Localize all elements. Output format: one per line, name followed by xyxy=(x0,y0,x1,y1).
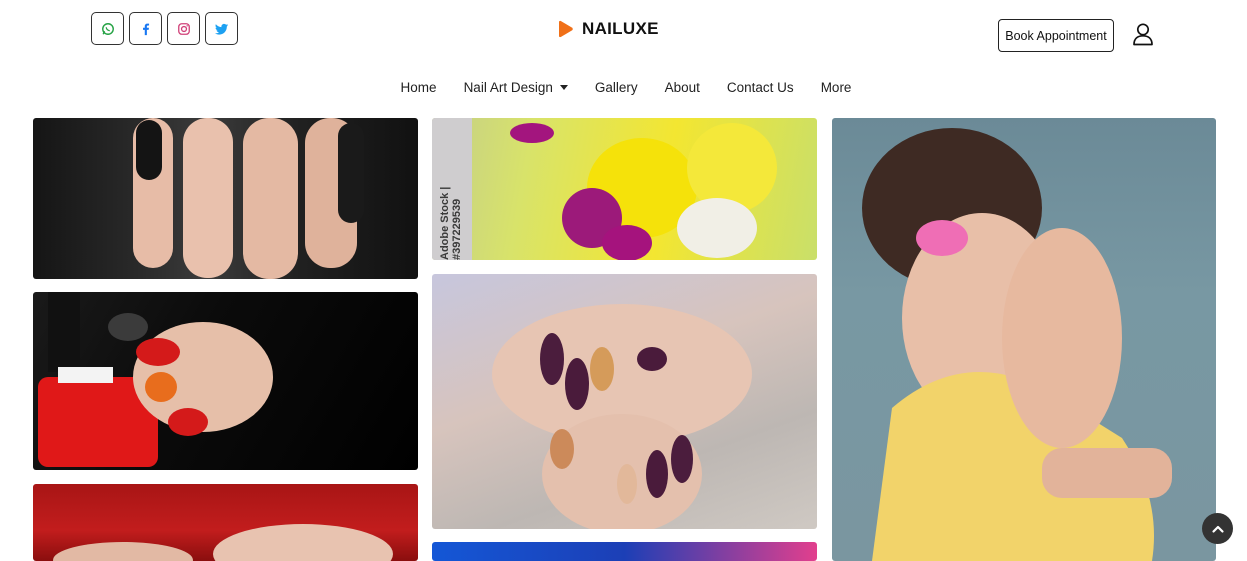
brand-logo-icon xyxy=(559,20,573,38)
twitter-icon xyxy=(214,23,228,35)
main-nav: Home Nail Art Design Gallery About Conta… xyxy=(0,80,1247,95)
gallery-image-black-nails[interactable] xyxy=(33,118,418,279)
gallery-image-blue-pink[interactable] xyxy=(432,542,817,561)
polish-illustration xyxy=(38,292,273,467)
user-icon[interactable] xyxy=(1132,22,1154,46)
whatsapp-icon xyxy=(101,22,114,35)
stock-watermark: Adobe Stock | #397229539 xyxy=(439,186,463,260)
whatsapp-button[interactable] xyxy=(91,12,124,45)
gallery-image-flowers[interactable]: Adobe Stock | #397229539 xyxy=(432,118,817,260)
gallery-image-model[interactable] xyxy=(832,118,1216,561)
hands-illustration xyxy=(492,304,752,529)
book-appointment-button[interactable]: Book Appointment xyxy=(998,19,1114,52)
facebook-button[interactable] xyxy=(129,12,162,45)
facebook-icon xyxy=(142,23,149,35)
nav-item-home[interactable]: Home xyxy=(401,80,437,95)
nav-item-label: Contact Us xyxy=(726,80,794,95)
caret-down-icon xyxy=(559,85,568,90)
model-illustration xyxy=(862,128,1172,561)
nav-item-label: About xyxy=(664,80,700,95)
flowers-illustration xyxy=(432,118,777,260)
nav-item-label: Home xyxy=(400,80,437,95)
scroll-to-top-button[interactable] xyxy=(1202,513,1233,544)
nav-item-label: Gallery xyxy=(594,80,638,95)
brand-name: NAILUXE xyxy=(582,19,659,38)
page: NAILUXE Book Appointment Home Nail Art D… xyxy=(0,0,1247,561)
nav-item-label: Nail Art Design xyxy=(463,80,553,95)
sweater-illustration xyxy=(53,524,393,561)
gallery-image-red-sweater[interactable] xyxy=(33,484,418,561)
nav-item-more[interactable]: More xyxy=(821,80,852,95)
brand[interactable]: NAILUXE xyxy=(556,19,659,39)
nav-item-gallery[interactable]: Gallery xyxy=(595,80,638,95)
nav-item-nail-art-design[interactable]: Nail Art Design xyxy=(464,80,568,95)
gallery-image-red-polish[interactable] xyxy=(33,292,418,470)
instagram-button[interactable] xyxy=(167,12,200,45)
gallery-image-purple-nails[interactable] xyxy=(432,274,817,529)
social-links xyxy=(91,12,238,45)
hand-illustration xyxy=(133,118,364,279)
twitter-button[interactable] xyxy=(205,12,238,45)
nav-item-about[interactable]: About xyxy=(665,80,700,95)
nav-item-contact-us[interactable]: Contact Us xyxy=(727,80,794,95)
nav-item-label: More xyxy=(820,80,852,95)
instagram-icon xyxy=(177,22,190,35)
chevron-up-icon xyxy=(1211,525,1224,533)
